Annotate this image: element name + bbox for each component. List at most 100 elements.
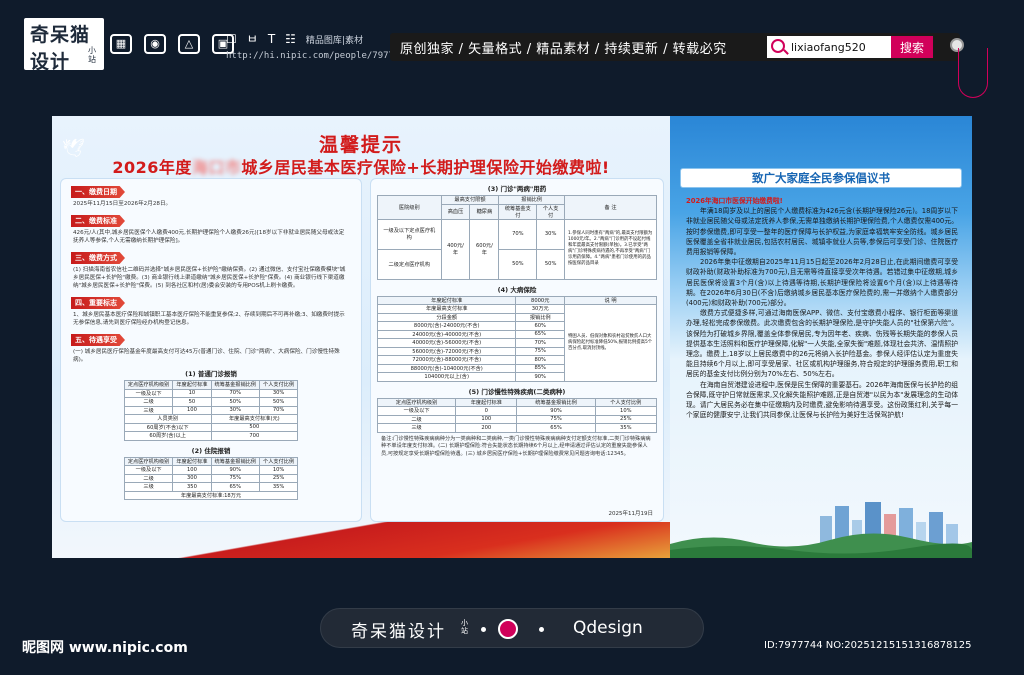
table-cell: 90% (515, 372, 565, 382)
table-cell: 65% (516, 423, 596, 433)
table-cell: 75% (516, 414, 596, 424)
table-cell: 500 (210, 422, 299, 432)
section-4: 四、重要标志 1、城乡居民基本医疗保险和城镇职工基本医疗保险不能重复参保;2、存… (61, 290, 361, 327)
table-header: 个人支付比例 (259, 380, 299, 390)
table-cell: 35% (259, 482, 299, 492)
table-cell: 年度最高支付标准 (376, 304, 517, 314)
dot-icon (539, 627, 544, 632)
toolbar-icons: ▦ ◉ △ ▣ (110, 34, 234, 54)
table-row: 三级 100 30% 70% (123, 405, 299, 415)
table-cell: 三级 (123, 405, 174, 415)
table-row: 一级及以下定点医疗机构 400元/年 600元/年 70% 30% 1.参保人同… (377, 218, 657, 280)
table-header: 说 明 (564, 295, 657, 305)
table-cell: 70% (498, 218, 538, 250)
table-cell: 90% (210, 465, 261, 475)
table-cell: 80% (515, 355, 565, 365)
chronic-table: 定点医疗机构级别 年度起付标准 统筹基金报销比例 个人支付比例 一级及以下 0 90… (376, 397, 658, 433)
top-bar: 奇呆猫 设计 小站 ▦ ◉ △ ▣ ☐ ㅂ T ☷ 精品图库|素材 http://hi.… (0, 0, 1024, 98)
section-5: 五、待遇享受 (一) 城乡居民医疗保险基金年度最高支付可达45万(普通门诊、住院… (61, 327, 361, 364)
table-cell: 90% (516, 406, 596, 416)
proposal-subtitle: 2026年海口市医保开始缴费啦! (686, 197, 783, 205)
poster-right-panel: 致广大家庭全民参保倡议书 2026年海口市医保开始缴费啦! 年满18周岁及以上的… (670, 116, 972, 558)
table-header: 最高支付限额 (440, 195, 500, 205)
table-cell: 二级 (376, 414, 457, 424)
table-cell: 104000元以上(含) (376, 372, 517, 382)
table-cell: 60周岁(不含)以下 (123, 422, 212, 432)
section-tag: 四、重要标志 (71, 297, 125, 309)
table-header: 高血压 (440, 203, 471, 220)
notes-text: 备注:门诊慢性特殊疾病病种分为一类病种和二类病种,一类门诊慢性特殊疾病病种支付定… (381, 435, 651, 457)
proposal-paragraph: 缴费方式便捷多样,可通过海南医保APP、微信、支付宝缴费小程序、银行柜面等渠道办… (686, 309, 958, 379)
table-cell: 40000元(含)-56000元(不含) (376, 338, 517, 348)
table-cell: 1.参保人同时患有"两病"的,最高支付限额为1000元/年。2."两病"门诊用药… (564, 218, 657, 280)
brand-logo[interactable]: 奇呆猫 设计 小站 (24, 18, 104, 73)
table-cell: 100 (172, 465, 212, 475)
table-cell: 50% (498, 248, 538, 280)
search-button[interactable]: 搜索 (891, 36, 933, 58)
table-cell: 8000元(含)-24000元(不含) (376, 321, 517, 331)
brand-badge-icon (498, 619, 518, 639)
table-row: 一级及以下 10 70% 30% (123, 388, 299, 398)
table-header: 定点医疗机构级别 (376, 397, 457, 407)
two-disease-table: 医院级别 最高支付限额 报销比例 备 注 高血压 糖尿病 统筹基金支付 个人支付… (377, 195, 657, 280)
nipic-watermark[interactable]: 昵图网 www.nipic.com (22, 637, 188, 657)
table-cell: 50% (536, 248, 565, 280)
proposal-body: 2026年海口市医保开始缴费啦! 年满18周岁及以上的居民个人缴费标准为426元… (686, 196, 958, 420)
search-icon (771, 39, 785, 53)
table-header: 年度起付标准 (172, 380, 212, 390)
table-cell: 30% (536, 218, 565, 250)
table-header: 定点医疗机构级别 (123, 456, 174, 466)
section-2: 二、缴费标准 426元/人(其中,城乡居民医保个人缴费400元,长期护理保险个人… (61, 208, 361, 245)
serious-table: 年度起付标准 8000元 说 明 年度最高支付标准 30万元 特困人员、低保对象… (376, 295, 657, 382)
info-card-left: 一、缴费日期 2025年11月15日至2026年2月28日。 二、缴费标准 42… (60, 178, 362, 522)
gift-icon[interactable]: ▦ (110, 34, 132, 54)
footer-brand-small: 小站 (461, 619, 468, 635)
text-icon: T (267, 32, 276, 46)
table-header: 个人支付比例 (594, 397, 658, 407)
table-header: 统筹基金报销比例 (516, 397, 596, 407)
image-id: ID:7977744 NO:20251215151316878125 (764, 640, 972, 651)
table-cell: 100 (172, 405, 212, 415)
subtitle-city: 海口市 (191, 158, 242, 177)
table-row: 60周岁(含)以上 700 (123, 431, 299, 441)
table-header: 个人支付比例 (259, 456, 299, 466)
serious-title: (4) 大病保险 (497, 285, 537, 294)
subtitle-year: 2026年度 (112, 158, 192, 177)
table-cell: 65% (210, 482, 261, 492)
table-cell: 人员类别 (123, 414, 212, 424)
search-input[interactable] (791, 38, 886, 56)
table-cell: 60周岁(含)以上 (123, 431, 212, 441)
table-header: 年度起付标准 (455, 397, 518, 407)
table-cell: 25% (259, 473, 299, 483)
table-cell: 分段金额 (376, 312, 517, 322)
slogan-text: 原创独家 / 矢量格式 / 精品素材 / 持续更新 / 转载必究 (400, 42, 727, 57)
section-tag: 一、缴费日期 (71, 186, 125, 198)
table-header: 8000元 (515, 295, 565, 305)
table-cell: 二级 (123, 397, 174, 407)
section-text: 426元/人(其中,城乡居民医保个人缴费400元,长期护理保险个人缴费26元)[… (73, 230, 345, 244)
table-row: 60周岁(不含)以下 500 (123, 422, 299, 432)
flask-icon[interactable]: △ (178, 34, 200, 54)
table-cell: 30% (210, 405, 261, 415)
section-tag: 五、待遇享受 (71, 334, 125, 346)
poster-title: 温馨提示 (318, 134, 403, 156)
camera-icon[interactable]: ◉ (144, 34, 166, 54)
table-cell: 70% (515, 338, 565, 348)
table-cell: 报销比例 (515, 312, 565, 322)
table-cell: 85% (515, 363, 565, 373)
table-cell: 65% (515, 329, 565, 339)
brand-line1: 奇呆猫 (30, 24, 91, 46)
red-wave-decoration (52, 522, 670, 558)
table-header: 备 注 (564, 195, 657, 220)
table-cell: 一级及以下 (376, 406, 457, 416)
section-1: 一、缴费日期 2025年11月15日至2026年2月28日。 (61, 179, 361, 208)
table-cell: 二级定点医疗机构 (377, 248, 442, 280)
toolbar-mini-label: 精品图库|素材 (305, 36, 363, 46)
table-cell: 35% (594, 423, 658, 433)
table-cell: 30万元 (515, 304, 565, 314)
table-cell: 24000元(含)-40000元(不含) (376, 329, 517, 339)
table-cell: 一级及以下 (123, 465, 174, 475)
table-cell: 10 (172, 388, 212, 398)
square-icon: ☐ (226, 32, 237, 46)
table-row: 人员类别 年度最高支付标准(元) (123, 414, 299, 424)
